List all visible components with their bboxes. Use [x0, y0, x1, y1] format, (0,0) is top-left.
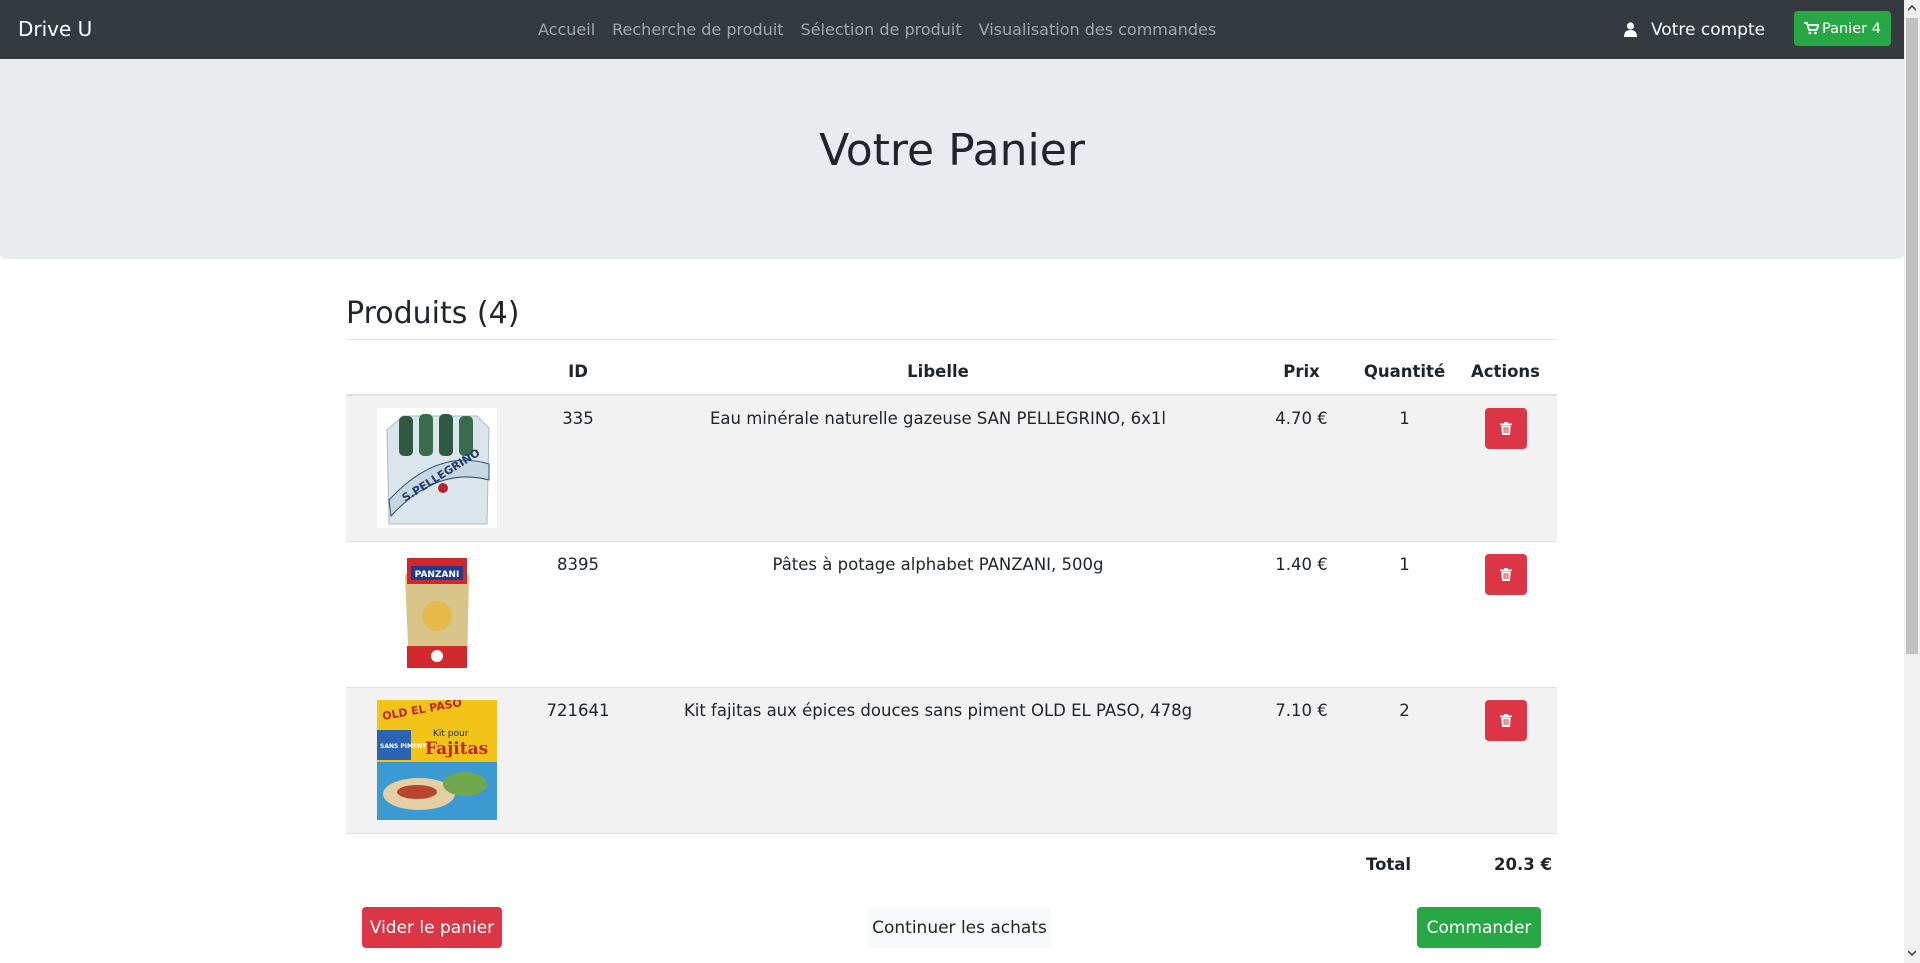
page-title: Votre Panier: [819, 125, 1085, 176]
nav-link-recherche[interactable]: Recherche de produit: [612, 20, 783, 39]
nav-link-commandes[interactable]: Visualisation des commandes: [979, 20, 1217, 39]
cart-button-label: Panier 4: [1822, 20, 1881, 37]
product-quantite: 1: [1399, 555, 1410, 574]
product-libelle: Kit fajitas aux épices douces sans pimen…: [683, 701, 1193, 720]
trash-icon: [1499, 568, 1512, 581]
user-icon: [1624, 22, 1637, 37]
scrollbar-thumb[interactable]: [1906, 18, 1918, 654]
product-prix: 1.40 €: [1275, 555, 1328, 574]
product-id: 721641: [546, 701, 610, 720]
scroll-up-arrow-icon[interactable]: [1908, 4, 1916, 12]
product-quantite: 1: [1399, 409, 1410, 428]
continue-shopping-button[interactable]: Continuer les achats: [868, 907, 1051, 948]
column-header-image: [346, 348, 528, 396]
nav-link-accueil[interactable]: Accueil: [538, 20, 595, 39]
product-libelle: Eau minérale naturelle gazeuse SAN PELLE…: [710, 409, 1166, 428]
delete-item-button[interactable]: [1484, 554, 1527, 595]
column-header-libelle: Libelle: [628, 348, 1248, 396]
product-quantite: 2: [1399, 701, 1410, 720]
cart-button[interactable]: Panier 4: [1794, 11, 1891, 46]
top-navbar: Drive U Accueil Recherche de produit Sél…: [0, 0, 1904, 59]
column-header-quantite: Quantité: [1355, 348, 1454, 396]
delete-item-button[interactable]: [1484, 700, 1527, 741]
products-heading: Produits (4): [346, 296, 520, 331]
cart-table: ID Libelle Prix Quantité Actions S.PELLE…: [346, 348, 1557, 834]
total-label: Total: [1366, 855, 1412, 874]
product-image-panzani: PANZANI: [377, 554, 497, 674]
column-header-prix: Prix: [1248, 348, 1355, 396]
product-id: 8395: [557, 555, 599, 574]
svg-text:Fajitas: Fajitas: [425, 739, 488, 759]
delete-item-button[interactable]: [1484, 408, 1527, 449]
account-link[interactable]: Votre compte: [1624, 0, 1765, 59]
nav-links: Accueil Recherche de produit Sélection d…: [538, 0, 1233, 59]
column-header-id: ID: [528, 348, 628, 396]
trash-icon: [1499, 422, 1512, 435]
trash-icon: [1499, 714, 1512, 727]
product-prix: 7.10 €: [1275, 701, 1328, 720]
order-button[interactable]: Commander: [1417, 907, 1541, 948]
column-header-actions: Actions: [1454, 348, 1557, 396]
product-libelle: Pâtes à potage alphabet PANZANI, 500g: [772, 555, 1104, 574]
product-prix: 4.70 €: [1275, 409, 1328, 428]
heading-divider: [346, 339, 1557, 340]
svg-text:SANS PIMENT: SANS PIMENT: [380, 743, 427, 750]
shopping-cart-icon: [1804, 22, 1819, 35]
svg-text:PANZANI: PANZANI: [415, 570, 460, 580]
account-label: Votre compte: [1651, 19, 1766, 40]
table-row: S.PELLEGRINO 335 Eau minérale naturelle …: [346, 395, 1557, 542]
page-header: Votre Panier: [0, 59, 1904, 259]
svg-text:Kit pour: Kit pour: [433, 729, 469, 739]
product-id: 335: [562, 409, 594, 428]
table-row: PANZANI 8395 Pâtes à potage alphabet PAN…: [346, 541, 1557, 688]
brand-logo[interactable]: Drive U: [18, 0, 92, 59]
nav-link-selection[interactable]: Sélection de produit: [801, 20, 962, 39]
empty-cart-button[interactable]: Vider le panier: [362, 907, 502, 948]
table-row: OLD EL PASO Kit pour Fajitas SANS PIMENT…: [346, 687, 1557, 834]
total-value: 20.3 €: [1494, 855, 1552, 874]
page-scrollbar[interactable]: [1904, 0, 1920, 963]
product-image-old-el-paso: OLD EL PASO Kit pour Fajitas SANS PIMENT: [377, 700, 497, 820]
scroll-down-arrow-icon[interactable]: [1908, 949, 1916, 957]
product-image-san-pellegrino: S.PELLEGRINO: [377, 408, 497, 528]
